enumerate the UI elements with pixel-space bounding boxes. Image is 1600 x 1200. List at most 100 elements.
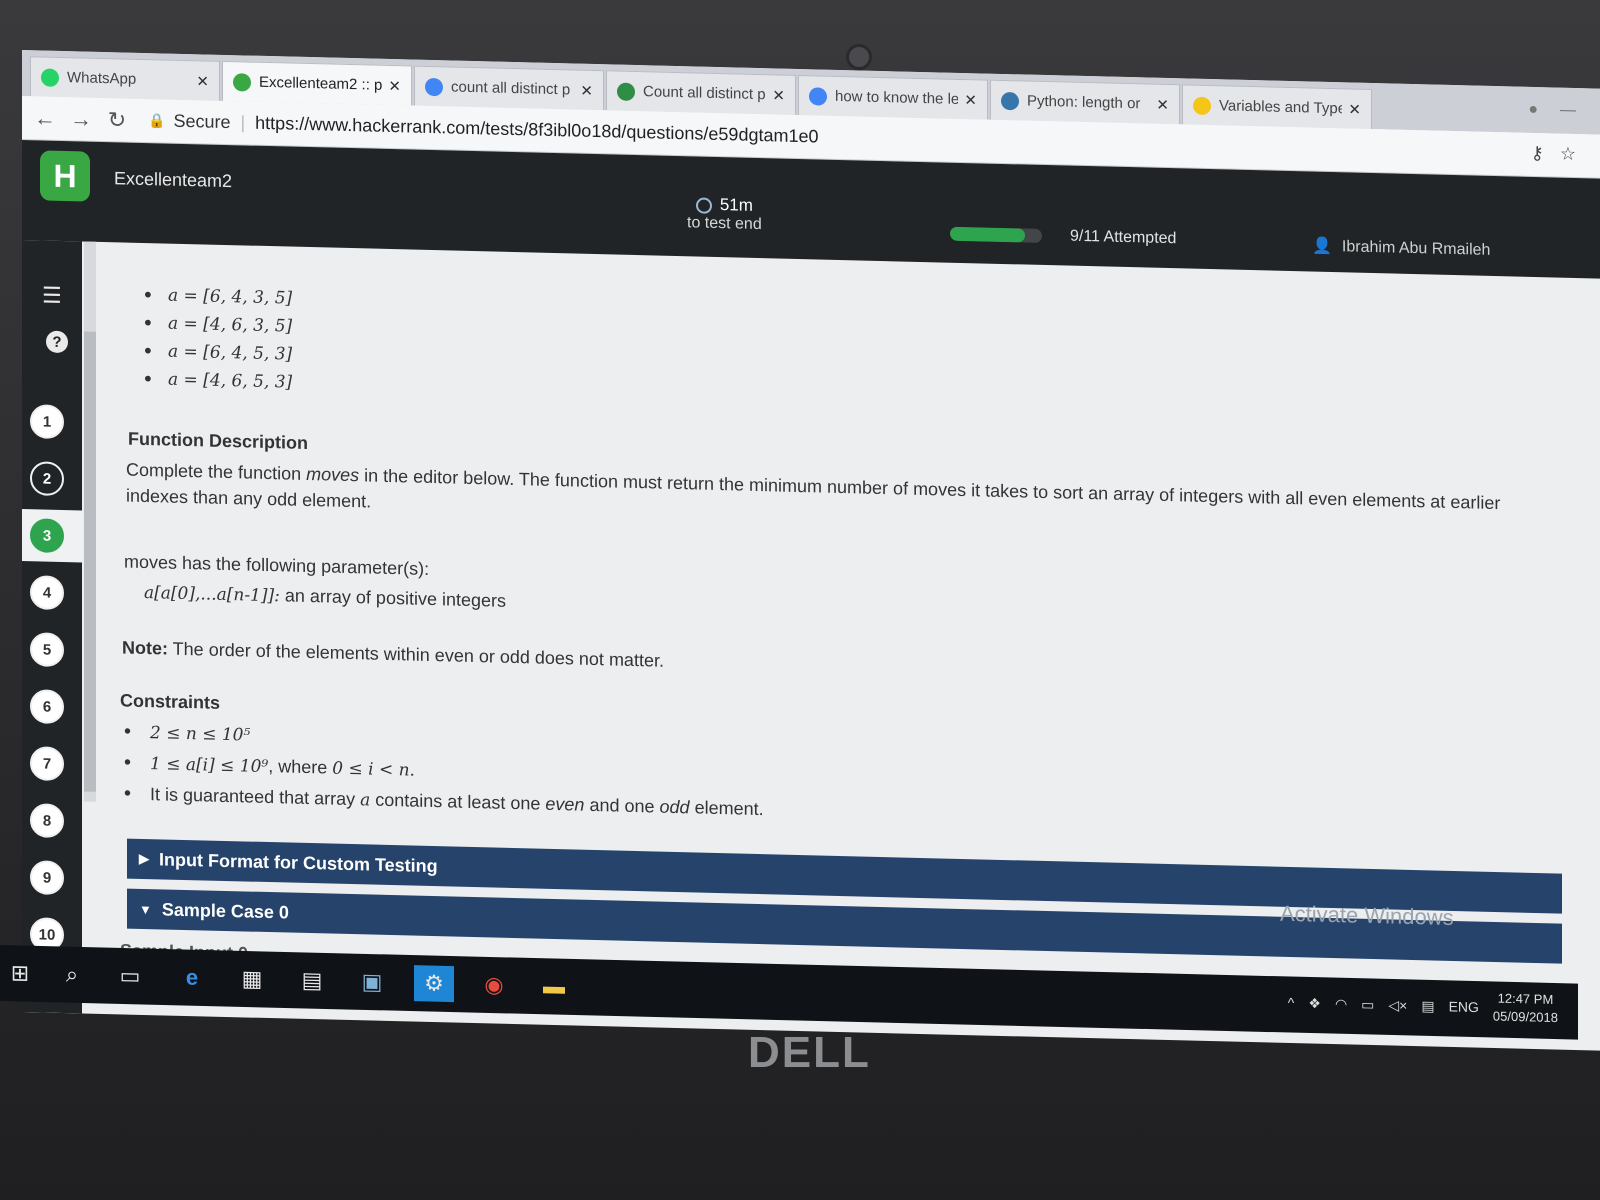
tab-label: Python: length or bbox=[1027, 92, 1141, 113]
key-icon[interactable]: ⚷ bbox=[1531, 143, 1544, 164]
url-separator: | bbox=[240, 112, 246, 133]
timer-value: 51m bbox=[719, 195, 753, 215]
hackerrank-logo[interactable]: H bbox=[40, 150, 90, 202]
example-item: a = [4, 6, 5, 3] bbox=[142, 365, 292, 397]
browser-tab[interactable]: how to know the le ✕ bbox=[798, 74, 988, 120]
browser-tab[interactable]: Count all distinct p ✕ bbox=[606, 70, 796, 115]
back-icon[interactable]: ← bbox=[34, 105, 56, 132]
param-description: an array of positive integers bbox=[284, 585, 507, 611]
tab-label: Excellenteam2 :: pc bbox=[259, 73, 383, 94]
attempted-count: 9/11 Attempted bbox=[1070, 227, 1177, 248]
param-signature: a[a[0],...a[n-1]]: bbox=[144, 582, 280, 607]
python-icon bbox=[1001, 91, 1019, 110]
constraint-3e: and one bbox=[584, 794, 660, 817]
tab-label: Variables and Type bbox=[1219, 97, 1343, 118]
windows-start-icon[interactable]: ⊞ bbox=[0, 955, 40, 992]
system-tray: ^ ❖ ◠ ▭ ◁× ▤ ENG 12:47 PM 05/09/2018 bbox=[1288, 984, 1558, 1027]
constraint-2c: 0 ≤ i < n. bbox=[332, 758, 415, 781]
test-title: Excellenteam2 bbox=[114, 168, 233, 192]
clock-date: 05/09/2018 bbox=[1492, 1008, 1558, 1026]
example-item: a = [6, 4, 5, 3] bbox=[142, 337, 292, 369]
tab-label: how to know the le bbox=[835, 87, 959, 108]
tab-close-icon[interactable]: ✕ bbox=[772, 86, 785, 104]
tab-close-icon[interactable]: ✕ bbox=[964, 91, 977, 109]
reload-icon[interactable]: ↻ bbox=[106, 107, 128, 134]
tab-close-icon[interactable]: ✕ bbox=[580, 81, 593, 99]
address-actions: ⚷ ☆ bbox=[1531, 143, 1576, 165]
geeksforgeeks-icon bbox=[617, 82, 635, 101]
constraint-2a: 1 ≤ a[i] ≤ 10⁹ bbox=[150, 754, 269, 778]
browser-tab[interactable]: count all distinct p ✕ bbox=[414, 65, 604, 111]
params-intro: moves has the following parameter(s): bbox=[124, 551, 430, 579]
search-icon[interactable]: ⌕ bbox=[52, 956, 92, 993]
question-number-3[interactable]: 3 bbox=[30, 518, 64, 554]
star-icon[interactable]: ☆ bbox=[1560, 144, 1576, 165]
tab-label: count all distinct p bbox=[451, 78, 571, 99]
secure-label: Secure bbox=[173, 110, 231, 133]
screen: WhatsApp ✕ Excellenteam2 :: pc ✕ count all d… bbox=[22, 50, 1600, 1051]
browser-tab[interactable]: Excellenteam2 :: pc ✕ bbox=[222, 60, 412, 106]
settings-icon[interactable]: ⚙ bbox=[414, 965, 454, 1003]
browser-tab[interactable]: WhatsApp ✕ bbox=[30, 56, 220, 101]
question-number-1[interactable]: 1 bbox=[30, 404, 64, 440]
scrollbar-thumb[interactable] bbox=[84, 331, 96, 792]
omnibox[interactable]: 🔒 Secure | https://www.hackerrank.com/te… bbox=[148, 110, 819, 147]
clock-icon bbox=[695, 197, 712, 214]
constraints-title: Constraints bbox=[120, 690, 221, 713]
question-number-9[interactable]: 9 bbox=[30, 860, 64, 896]
tab-close-icon[interactable]: ✕ bbox=[388, 76, 401, 94]
wifi-icon[interactable]: ◠ bbox=[1335, 995, 1347, 1012]
question-sidebar: ☰ ? 1 2 3 4 5 6 7 8 9 10 bbox=[22, 240, 82, 1014]
task-view-icon[interactable]: ▭ bbox=[110, 958, 150, 995]
note-text: The order of the elements within even or… bbox=[168, 638, 664, 671]
sample-case-label: Sample Case 0 bbox=[161, 898, 289, 923]
tab-label: WhatsApp bbox=[67, 69, 137, 88]
window-controls: ● — bbox=[1528, 101, 1576, 120]
hackerrank-icon bbox=[233, 72, 251, 92]
list-icon[interactable]: ☰ bbox=[42, 282, 62, 308]
expand-arrow-icon: ▶ bbox=[139, 850, 149, 867]
question-number-2[interactable]: 2 bbox=[30, 461, 64, 497]
user-menu[interactable]: 👤 Ibrahim Abu Rmaileh bbox=[1312, 236, 1490, 260]
dropbox-icon[interactable]: ❖ bbox=[1308, 994, 1321, 1011]
minimize-icon[interactable]: — bbox=[1560, 102, 1576, 120]
user-icon: 👤 bbox=[1312, 237, 1332, 256]
photos-icon[interactable]: ▣ bbox=[352, 964, 392, 1001]
tab-close-icon[interactable]: ✕ bbox=[196, 72, 209, 90]
help-icon[interactable]: ? bbox=[46, 330, 68, 354]
question-number-4[interactable]: 4 bbox=[30, 575, 64, 611]
battery-icon[interactable]: ▭ bbox=[1361, 996, 1374, 1013]
constraint-3a: It is guaranteed that array bbox=[150, 784, 361, 810]
attempt-progress-bar bbox=[950, 226, 1042, 243]
language-indicator[interactable]: ENG bbox=[1449, 998, 1479, 1015]
question-number-6[interactable]: 6 bbox=[30, 689, 64, 725]
tray-expand-icon[interactable]: ^ bbox=[1288, 994, 1295, 1010]
tab-close-icon[interactable]: ✕ bbox=[1348, 100, 1361, 118]
timer-caption: to test end bbox=[687, 214, 762, 234]
question-number-7[interactable]: 7 bbox=[30, 746, 64, 782]
input-format-label: Input Format for Custom Testing bbox=[159, 848, 438, 876]
constraint-3d: even bbox=[545, 793, 585, 815]
constraint-1: 2 ≤ n ≤ 10⁵ bbox=[150, 723, 251, 746]
tab-close-icon[interactable]: ✕ bbox=[1156, 95, 1169, 113]
taskbar-clock[interactable]: 12:47 PM 05/09/2018 bbox=[1493, 989, 1558, 1027]
notification-icon[interactable]: ▤ bbox=[1421, 997, 1434, 1014]
browser-tab[interactable]: Python: length or ✕ bbox=[990, 79, 1180, 125]
question-number-8[interactable]: 8 bbox=[30, 803, 64, 839]
volume-icon[interactable]: ◁× bbox=[1388, 996, 1407, 1013]
forward-icon[interactable]: → bbox=[70, 106, 92, 133]
file-explorer-icon[interactable]: ▬ bbox=[534, 968, 574, 1005]
constraint-3b: a bbox=[360, 790, 371, 811]
store-icon[interactable]: ▦ bbox=[232, 961, 272, 998]
whatsapp-icon bbox=[41, 67, 59, 87]
url-text[interactable]: https://www.hackerrank.com/tests/8f3ibl0… bbox=[255, 113, 818, 148]
app-icon[interactable]: ▤ bbox=[292, 962, 332, 999]
browser-tab[interactable]: Variables and Type ✕ bbox=[1182, 84, 1372, 129]
constraints-list: 2 ≤ n ≤ 10⁵ 1 ≤ a[i] ≤ 10⁹, where 0 ≤ i … bbox=[124, 716, 1124, 833]
activate-windows-watermark: Activate Windows bbox=[1280, 900, 1454, 930]
edge-icon[interactable]: e bbox=[172, 959, 212, 996]
tab-label: Count all distinct p bbox=[643, 83, 766, 104]
chrome-icon[interactable]: ◉ bbox=[474, 967, 514, 1004]
profile-icon[interactable]: ● bbox=[1528, 101, 1538, 119]
question-number-5[interactable]: 5 bbox=[30, 632, 64, 668]
